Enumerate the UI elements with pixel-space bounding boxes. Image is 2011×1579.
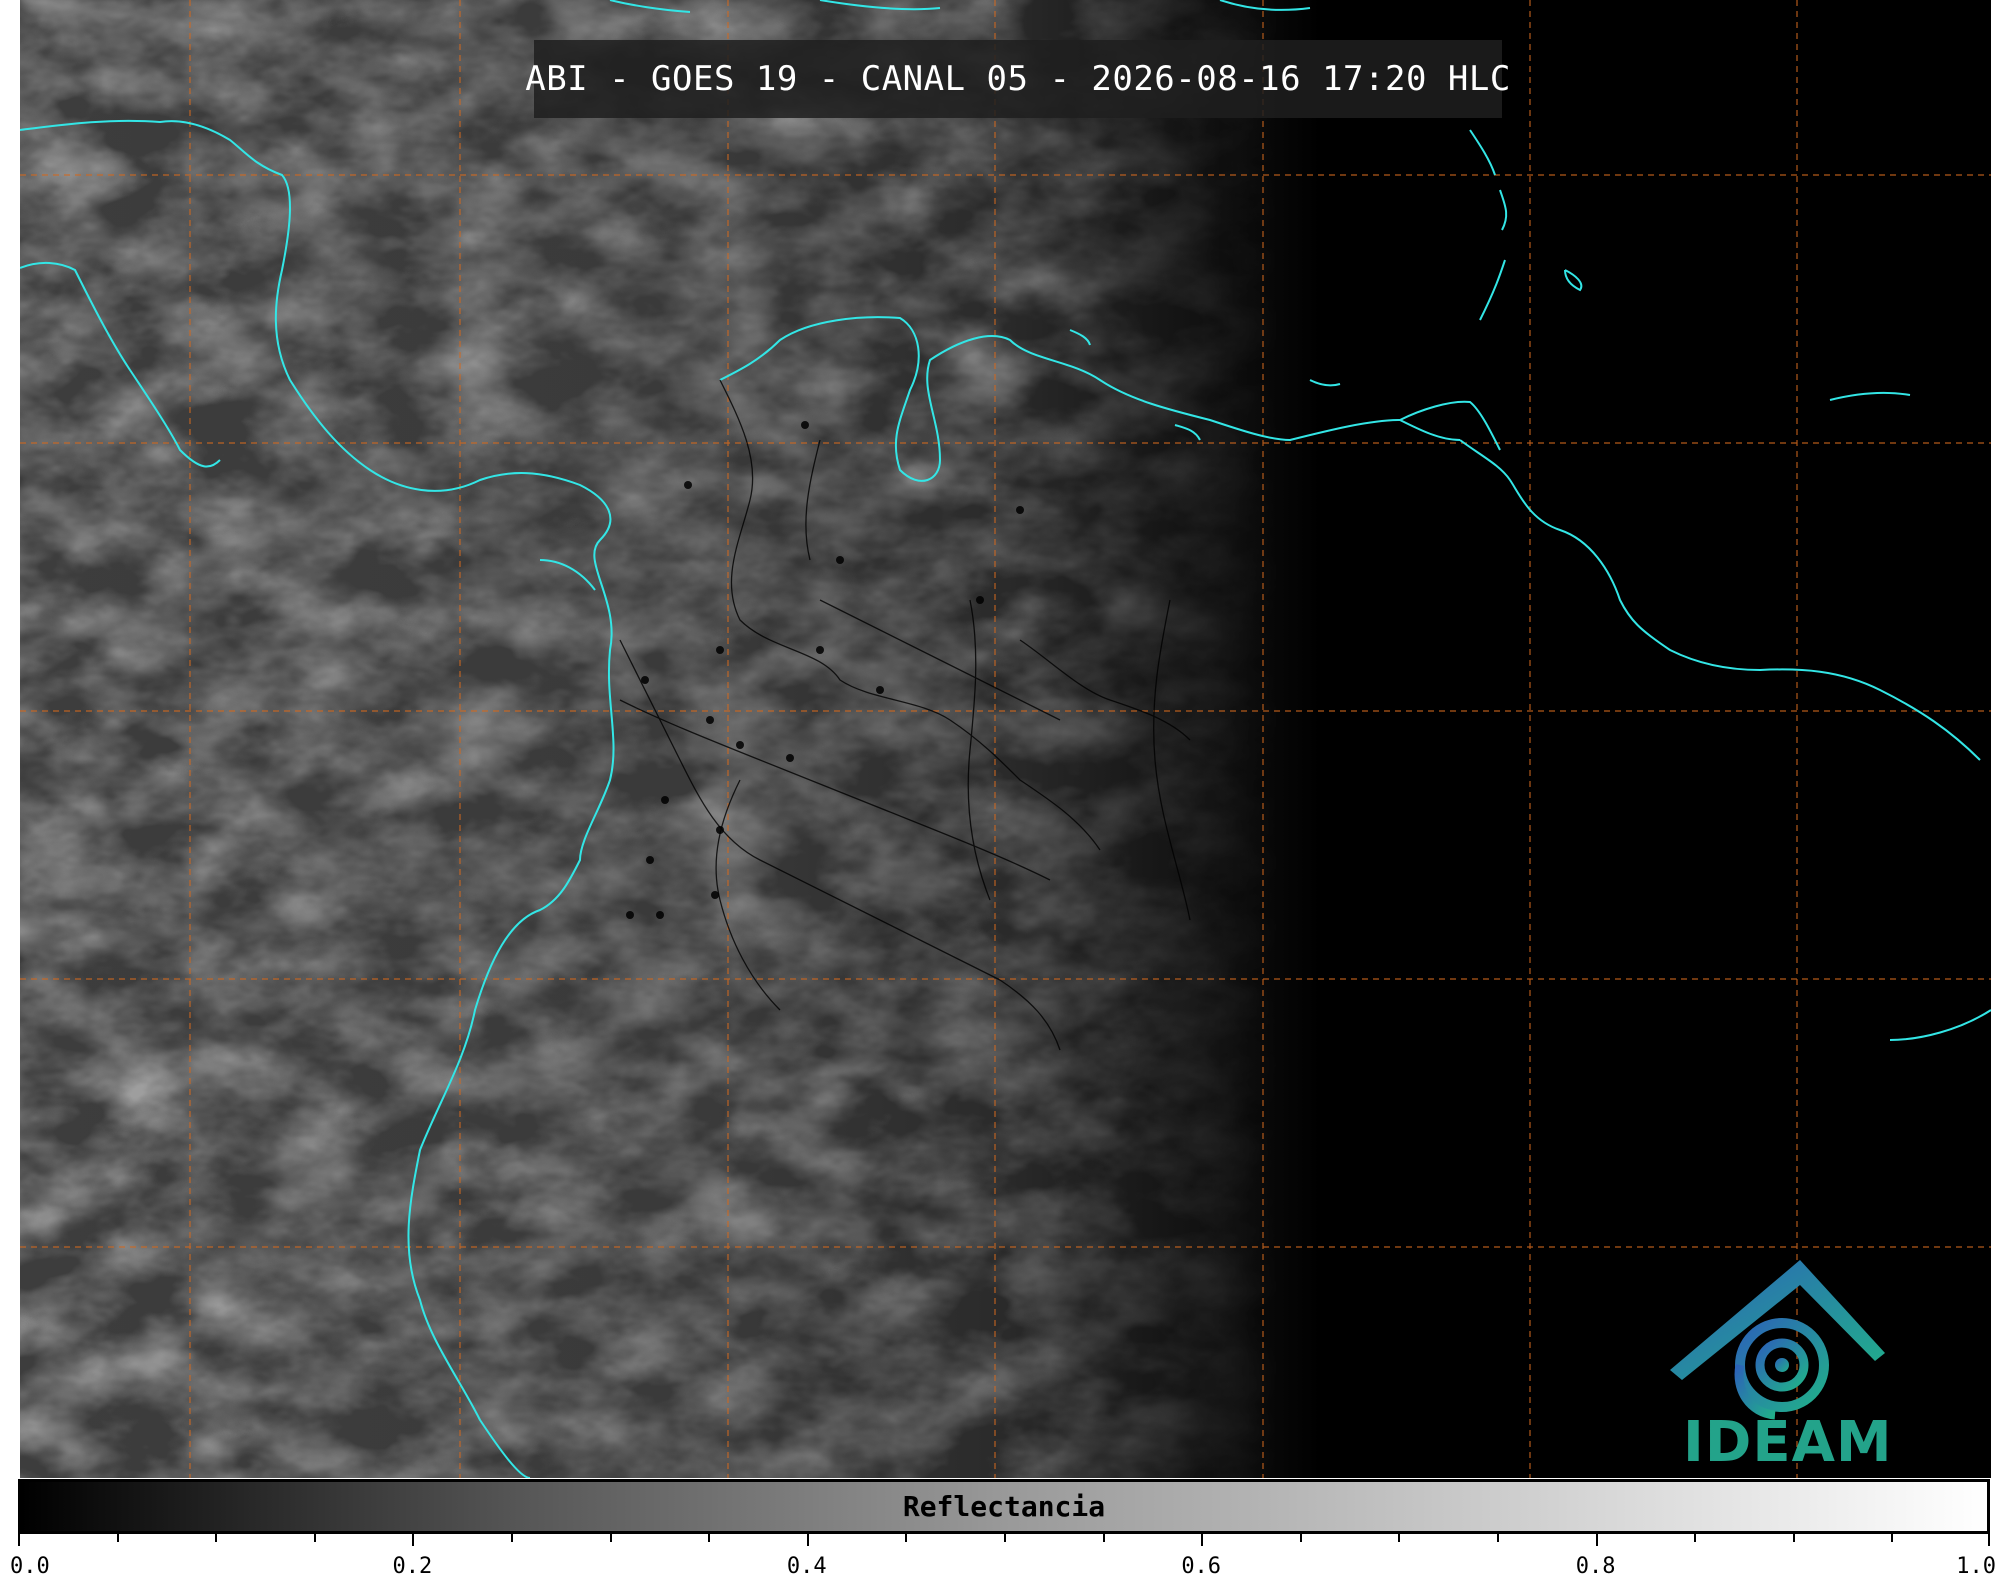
colorbar-tick xyxy=(1201,1534,1203,1546)
colorbar-tick xyxy=(511,1534,513,1542)
colorbar-ticks: 0.0 0.2 0.4 0.6 0.8 1.0 xyxy=(10,1534,1996,1579)
colorbar-tick-label: 0.6 xyxy=(1181,1554,1222,1579)
title-banner: ABI - GOES 19 - CANAL 05 - 2026-08-16 17… xyxy=(525,40,1510,118)
colorbar-tick xyxy=(1988,1534,1990,1546)
colorbar-label: Reflectancia xyxy=(902,1490,1106,1523)
colorbar-tick xyxy=(1497,1534,1499,1542)
colorbar-tick-label: 0.2 xyxy=(392,1554,433,1579)
colorbar-tick-label: 1.0 xyxy=(1956,1554,1996,1579)
colorbar-tick xyxy=(610,1534,612,1542)
colorbar-tick xyxy=(708,1534,710,1542)
colorbar-tick xyxy=(1793,1534,1795,1542)
colorbar-tick xyxy=(1694,1534,1696,1542)
colorbar-tick xyxy=(1398,1534,1400,1542)
map-title: ABI - GOES 19 - CANAL 05 - 2026-08-16 17… xyxy=(525,59,1511,99)
colorbar-tick xyxy=(1004,1534,1006,1542)
ideam-logo-text: IDEAM xyxy=(1683,1410,1893,1475)
colorbar-tick xyxy=(905,1534,907,1542)
colorbar-tick-label: 0.0 xyxy=(10,1554,50,1579)
colorbar-tick-label: 0.4 xyxy=(786,1554,827,1579)
colorbar-tick xyxy=(1103,1534,1105,1542)
colorbar-tick xyxy=(412,1534,414,1546)
colorbar-tick xyxy=(117,1534,119,1542)
colorbar-tick xyxy=(215,1534,217,1542)
colorbar-tick xyxy=(18,1534,20,1546)
satellite-viewer: ABI - GOES 19 - CANAL 05 - 2026-08-16 17… xyxy=(0,0,2011,1579)
colorbar-tick xyxy=(1596,1534,1598,1546)
colorbar-tick xyxy=(1300,1534,1302,1542)
colorbar: Reflectancia xyxy=(18,1479,1990,1534)
colorbar-tick xyxy=(314,1534,316,1542)
colorbar-tick xyxy=(807,1534,809,1546)
colorbar-tick xyxy=(1891,1534,1893,1542)
colorbar-tick-label: 0.8 xyxy=(1575,1554,1616,1579)
